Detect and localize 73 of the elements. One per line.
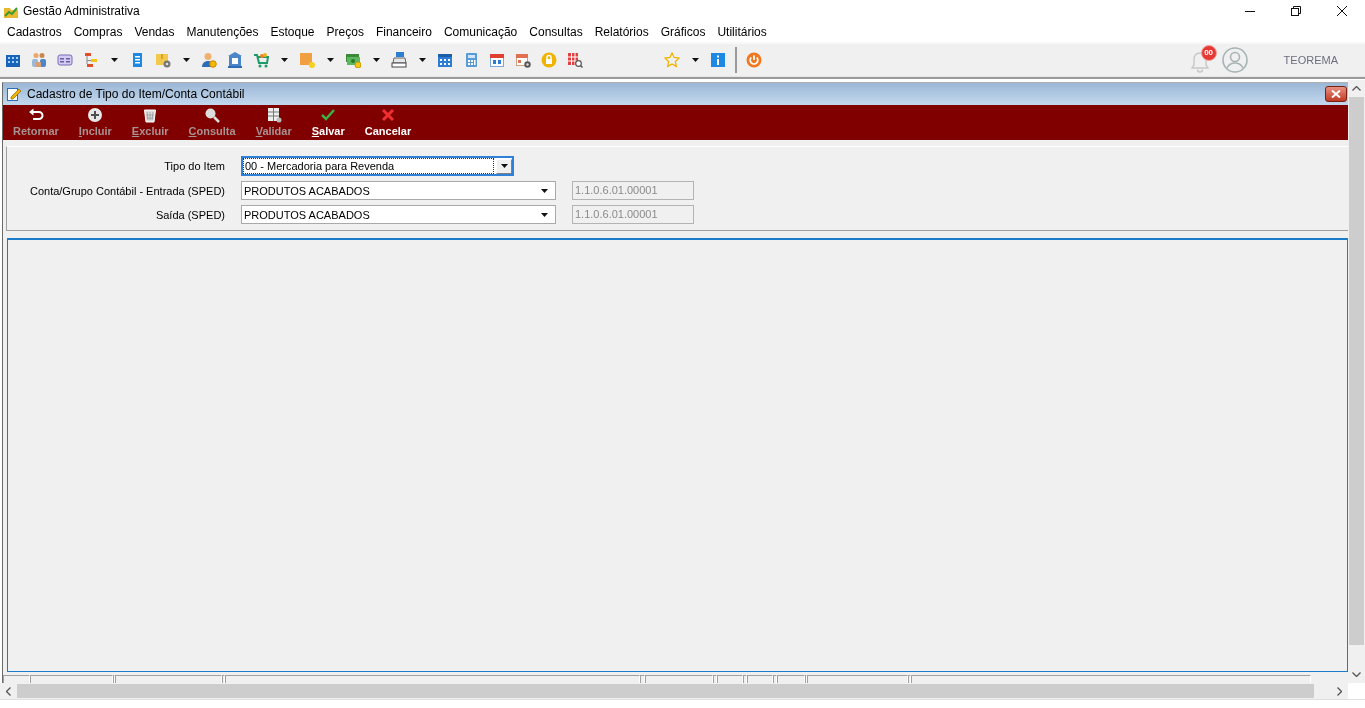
menu-item[interactable]: Manutenções: [180, 22, 265, 42]
form-label: Saída (SPED): [155, 208, 225, 221]
close-icon[interactable]: [1337, 6, 1347, 16]
undo-arrow-icon: [27, 107, 44, 123]
window-title: Cadastro de Tipo do Item/Conta Contábil: [27, 87, 245, 101]
chevron-right-icon[interactable]: [1337, 686, 1342, 696]
caret-icon[interactable]: [691, 58, 699, 62]
menu-item[interactable]: Estoque: [264, 22, 321, 42]
calendar-icon[interactable]: [489, 52, 505, 68]
window-title: Gestão Administrativa: [23, 4, 140, 18]
toolbar-button[interactable]: Cancelar: [354, 105, 422, 140]
people-icon[interactable]: [31, 52, 47, 68]
combo-field[interactable]: PRODUTOS ACABADOS: [241, 181, 556, 200]
vertical-scrollbar[interactable]: [1348, 80, 1365, 683]
minimize-icon[interactable]: [1245, 10, 1255, 12]
table-search-icon[interactable]: [567, 52, 583, 68]
chevron-left-icon[interactable]: [6, 686, 11, 696]
menu-item[interactable]: Consultas: [523, 22, 589, 42]
form-label: Tipo do Item: [164, 160, 225, 172]
scrollbar-thumb[interactable]: [1349, 97, 1364, 645]
caret-icon[interactable]: [182, 58, 190, 62]
menu-item[interactable]: Comunicação: [437, 22, 524, 42]
horizontal-scrollbar[interactable]: [0, 683, 1348, 699]
card-icon[interactable]: [57, 52, 73, 68]
dropdown-field[interactable]: 00 - Mercadoria para Revenda: [241, 156, 514, 176]
cash-register-icon[interactable]: [391, 52, 407, 68]
caret-icon[interactable]: [110, 58, 118, 62]
calculator-icon[interactable]: [463, 52, 479, 68]
menu-item[interactable]: Financeiro: [369, 22, 438, 42]
money-icon[interactable]: [345, 52, 361, 68]
caret-icon[interactable]: [418, 58, 426, 62]
calendar-grid-icon[interactable]: [437, 52, 453, 68]
x-mark-icon: [380, 107, 396, 123]
menu-item[interactable]: Gráficos: [654, 22, 712, 42]
toolbar-button[interactable]: Salvar: [301, 105, 355, 140]
box-gear-icon[interactable]: [155, 52, 171, 68]
caret-icon: [541, 188, 548, 193]
close-button[interactable]: [1325, 86, 1347, 102]
check-icon: [320, 107, 337, 123]
menu-item[interactable]: Utilitários: [711, 22, 773, 42]
search-icon: [204, 107, 221, 123]
caret-icon: [541, 212, 548, 217]
user-name: TEOREMA: [1283, 54, 1338, 66]
notification-badge: 00: [1200, 45, 1217, 61]
cart-icon[interactable]: [253, 52, 269, 68]
power-icon[interactable]: [746, 52, 762, 68]
caret-icon[interactable]: [372, 58, 380, 62]
caret-icon[interactable]: [280, 58, 288, 62]
combo-field[interactable]: PRODUTOS ACABADOS: [241, 205, 556, 224]
caret-icon[interactable]: [326, 58, 334, 62]
info-icon[interactable]: [710, 52, 726, 68]
menu-item[interactable]: Preços: [320, 22, 370, 42]
plus-circle-icon: [87, 107, 104, 123]
calendar-gear-icon[interactable]: [515, 52, 531, 68]
star-icon[interactable]: [664, 52, 680, 68]
bank-icon[interactable]: [227, 52, 243, 68]
caret-icon: [500, 164, 508, 168]
grid-gear-icon: [265, 107, 282, 123]
hierarchy-icon[interactable]: [83, 52, 99, 68]
menu-item[interactable]: Cadastros: [1, 22, 68, 42]
close-icon: [1331, 90, 1341, 98]
menu-item[interactable]: Relatórios: [588, 22, 655, 42]
trash-icon: [142, 107, 159, 123]
building-icon[interactable]: [5, 52, 21, 68]
form-label: Conta/Grupo Contábil - Entrada (SPED): [29, 184, 225, 197]
scrollbar-thumb[interactable]: [17, 684, 1314, 698]
menu-item[interactable]: Compras: [67, 22, 129, 42]
chevron-down-icon[interactable]: [1352, 672, 1361, 677]
restore-icon[interactable]: [1291, 6, 1301, 16]
person-coin-icon[interactable]: [201, 52, 217, 68]
chevron-up-icon[interactable]: [1352, 86, 1361, 91]
menu-item[interactable]: Vendas: [128, 22, 181, 42]
edit-document-icon: [6, 86, 22, 102]
